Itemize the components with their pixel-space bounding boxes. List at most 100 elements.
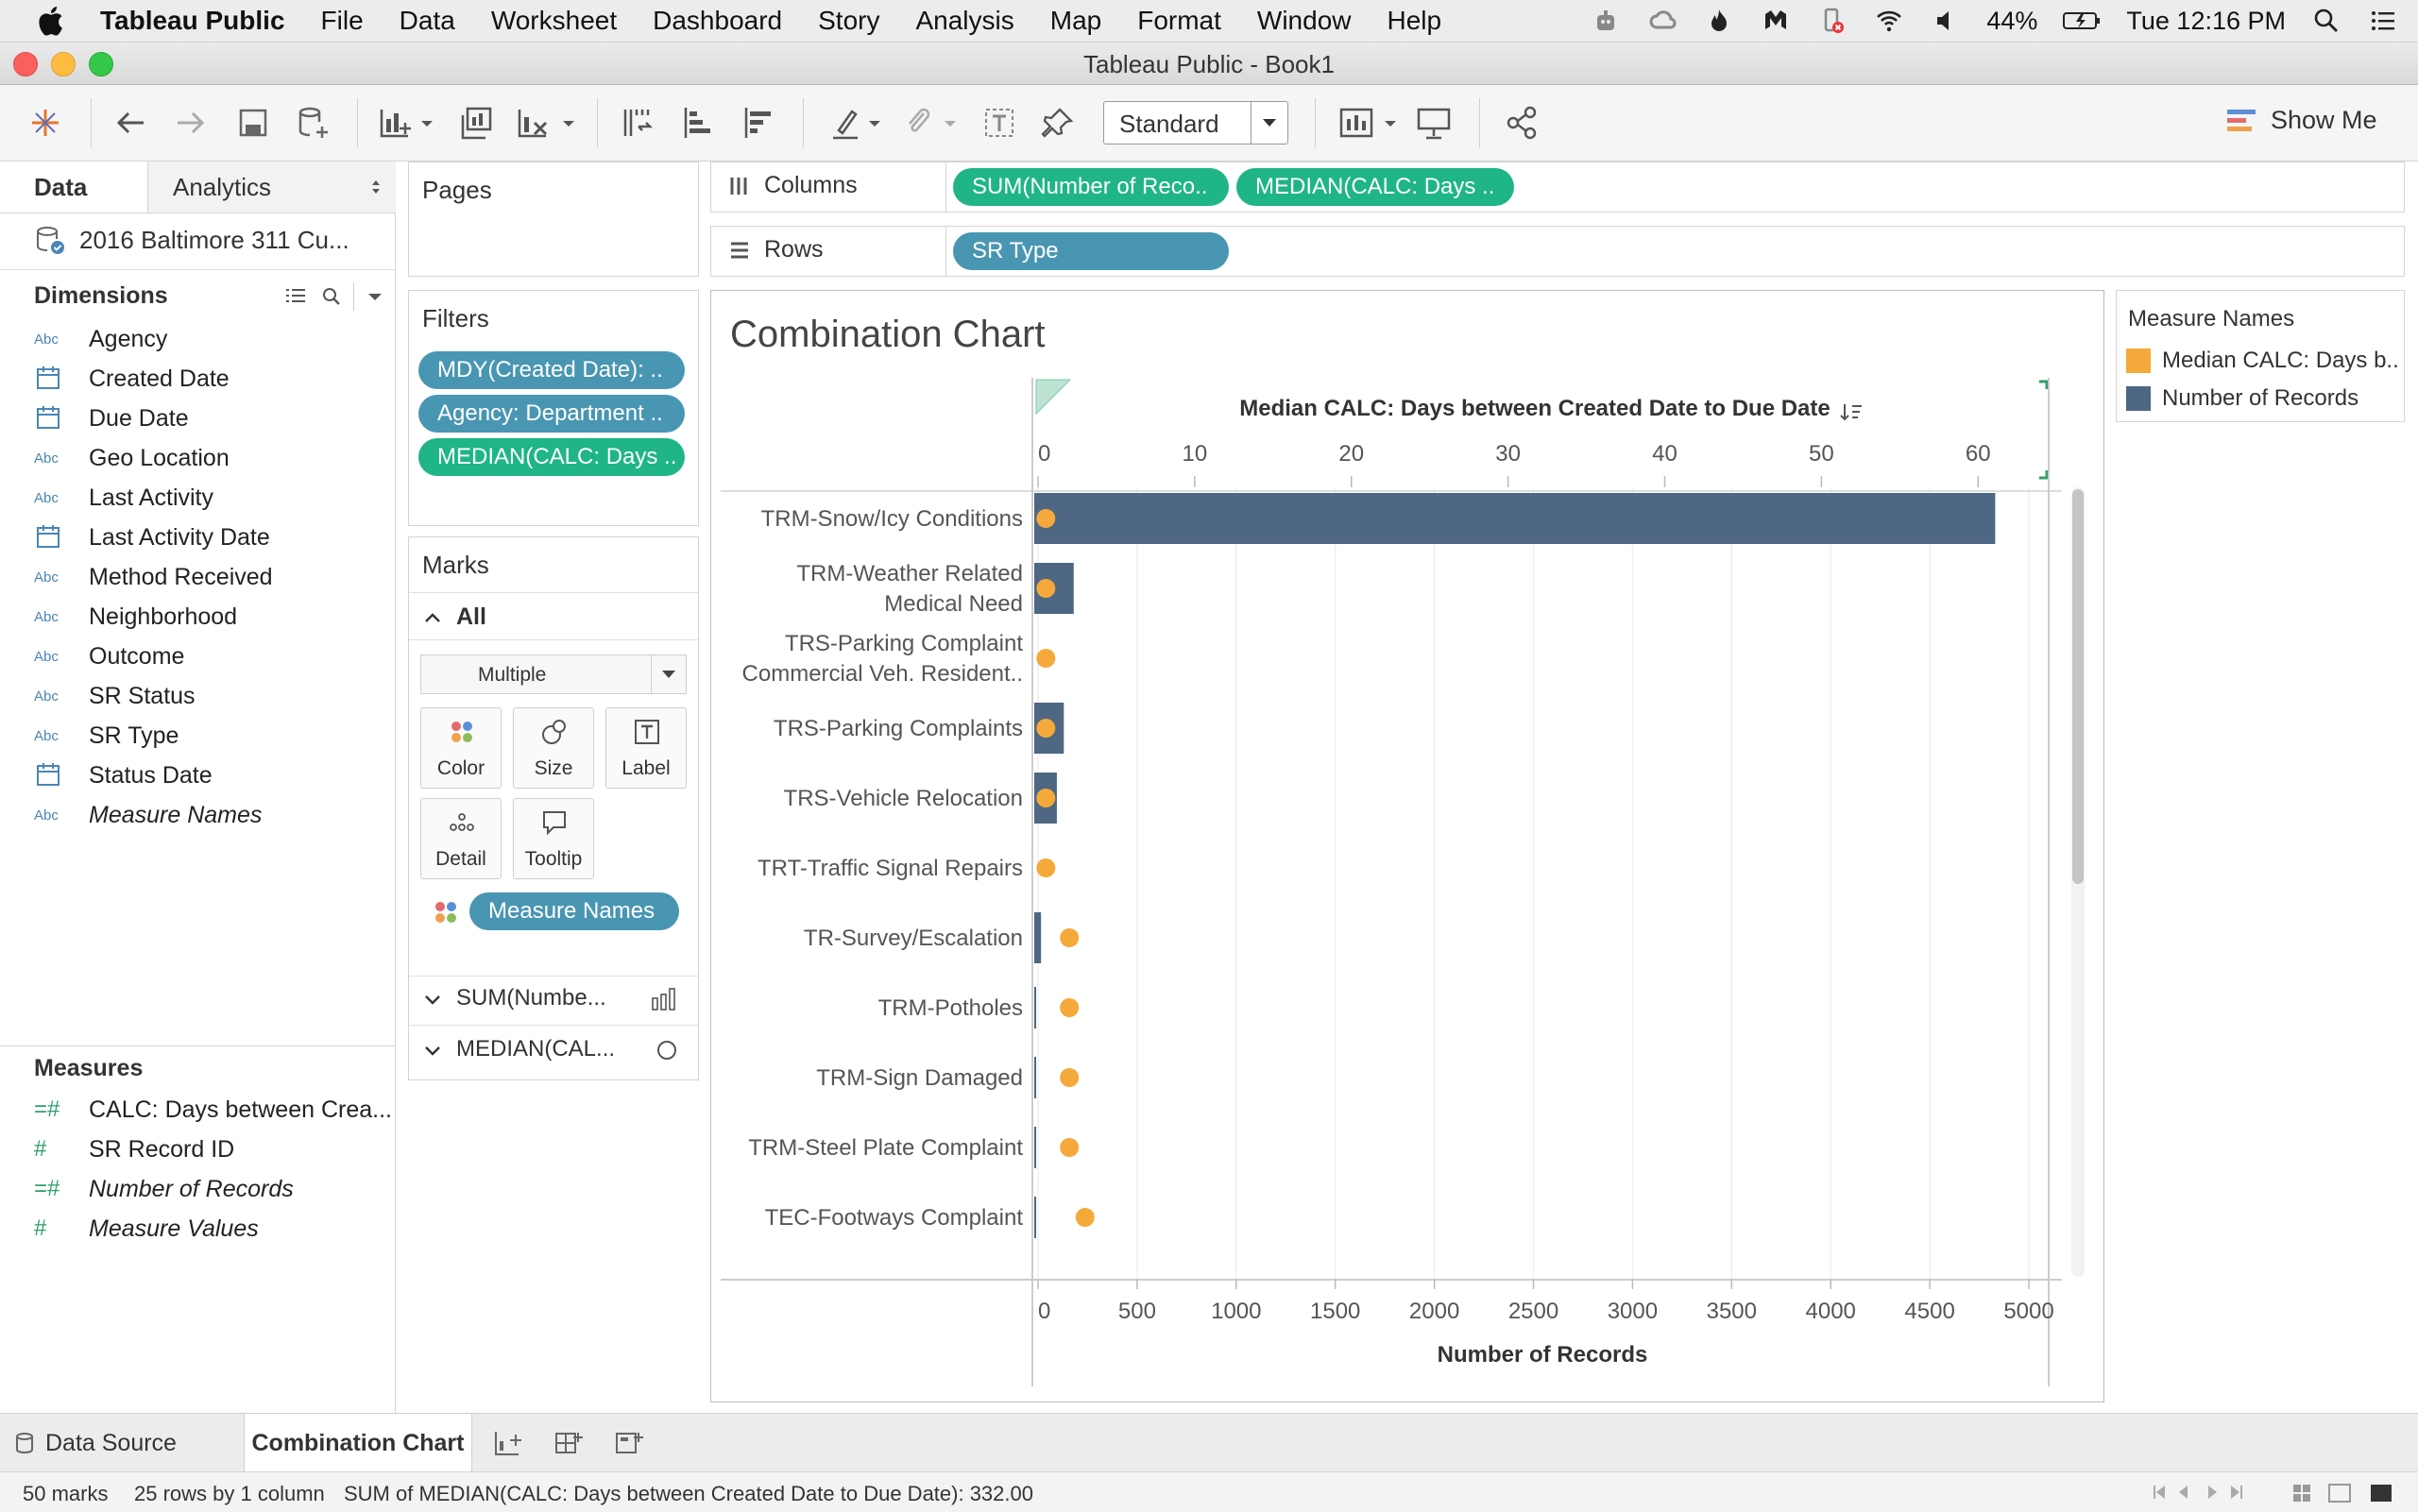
menu-format[interactable]: Format (1137, 6, 1221, 36)
new-story-tab-icon[interactable] (614, 1429, 644, 1457)
legend-item-median[interactable]: Median CALC: Days b.. (2126, 348, 2399, 374)
group-members-icon[interactable] (899, 104, 937, 142)
volume-icon[interactable] (1930, 7, 1962, 35)
show-mark-labels-icon[interactable] (980, 104, 1018, 142)
measure-field[interactable]: # SR Record ID (34, 1130, 234, 1168)
duplicate-sheet-icon[interactable] (457, 104, 495, 142)
clear-dropdown-icon[interactable] (559, 104, 578, 142)
dimension-field[interactable]: Abc Outcome (34, 637, 184, 675)
dimension-field[interactable]: Abc Neighborhood (34, 598, 237, 636)
marks-tooltip-button[interactable]: Tooltip (513, 798, 594, 879)
sort-descending-icon[interactable] (739, 104, 776, 142)
dimension-field[interactable]: Abc SR Type (34, 717, 179, 755)
fit-select[interactable]: Standard (1103, 101, 1288, 144)
tab-data-source[interactable]: Data Source (13, 1414, 177, 1472)
dot-median-calc[interactable] (1036, 509, 1056, 528)
chevron-up-icon[interactable] (422, 607, 443, 628)
bar-number-of-records[interactable] (1034, 1127, 1036, 1168)
marks-all-label[interactable]: All (456, 603, 486, 631)
dot-median-calc[interactable] (1075, 1208, 1095, 1227)
mark-type-select[interactable]: Multiple (420, 654, 687, 694)
bar-number-of-records[interactable] (1034, 912, 1042, 963)
filter-pill-created-date[interactable]: MDY(Created Date): .. (418, 351, 685, 389)
menu-window[interactable]: Window (1257, 6, 1352, 36)
legend-item-records[interactable]: Number of Records (2126, 385, 2358, 412)
dot-median-calc[interactable] (1060, 998, 1080, 1017)
device-alert-icon[interactable] (1816, 7, 1848, 35)
menu-analysis[interactable]: Analysis (915, 6, 1013, 36)
measure-field[interactable]: =# Number of Records (34, 1170, 294, 1208)
dimension-field[interactable]: Abc Geo Location (34, 439, 230, 477)
dimension-field[interactable]: Abc Agency (34, 320, 167, 358)
filters-shelf[interactable]: Filters MDY(Created Date): .. Agency: De… (408, 290, 699, 526)
dimension-field[interactable]: Last Activity Date (34, 518, 270, 556)
sheet-navigation-icon[interactable] (2150, 1482, 2254, 1503)
columns-pill-median-calc[interactable]: MEDIAN(CALC: Days .. (1236, 168, 1514, 206)
clock[interactable]: Tue 12:16 PM (2126, 7, 2286, 36)
group-dropdown-icon[interactable] (941, 104, 960, 142)
sort-ascending-icon[interactable] (678, 104, 716, 142)
dot-median-calc[interactable] (1036, 789, 1056, 807)
measure-field[interactable]: =# CALC: Days between Crea... (34, 1091, 392, 1129)
dimension-field[interactable]: Abc Measure Names (34, 796, 262, 834)
share-icon[interactable] (1504, 104, 1541, 142)
clear-sheet-icon[interactable] (514, 104, 552, 142)
columns-pill-sum-records[interactable]: SUM(Number of Reco.. (953, 168, 1229, 206)
chevron-down-icon[interactable] (422, 989, 443, 1010)
tab-combination-chart[interactable]: Combination Chart (244, 1414, 472, 1472)
presentation-mode-icon[interactable] (1415, 104, 1453, 142)
rows-pill-sr-type[interactable]: SR Type (953, 232, 1229, 270)
dimension-field[interactable]: Abc Method Received (34, 558, 273, 596)
dot-median-calc[interactable] (1036, 719, 1056, 738)
apple-icon[interactable] (34, 3, 70, 39)
filter-pill-median-calc[interactable]: MEDIAN(CALC: Days .. (418, 438, 685, 476)
menu-worksheet[interactable]: Worksheet (491, 6, 617, 36)
menu-data[interactable]: Data (400, 6, 455, 36)
marks-color-pill[interactable]: Measure Names (469, 892, 679, 930)
dimension-field[interactable]: Status Date (34, 756, 213, 794)
spotlight-search-icon[interactable] (2310, 7, 2342, 35)
measure-field[interactable]: # Measure Values (34, 1210, 259, 1248)
view-list-icon[interactable] (283, 284, 308, 309)
chevron-down-icon[interactable] (1251, 102, 1287, 144)
pages-shelf[interactable]: Pages (408, 161, 699, 277)
new-data-source-icon[interactable] (295, 104, 332, 142)
new-worksheet-tab-icon[interactable] (493, 1429, 523, 1457)
marks-color-button[interactable]: Color (420, 707, 502, 789)
dimension-field[interactable]: Abc Last Activity (34, 479, 213, 517)
swap-rows-columns-icon[interactable] (618, 104, 656, 142)
flame-icon[interactable] (1703, 7, 1735, 35)
robot-icon[interactable] (1590, 7, 1622, 35)
dimension-field[interactable]: Due Date (34, 399, 189, 437)
marks-size-button[interactable]: Size (513, 707, 594, 789)
columns-shelf[interactable]: Columns SUM(Number of Reco.. MEDIAN(CALC… (710, 161, 2405, 212)
chevron-down-icon[interactable] (422, 1040, 443, 1061)
tab-data[interactable]: Data (0, 161, 147, 212)
menu-story[interactable]: Story (818, 6, 879, 36)
highlight-icon[interactable] (827, 104, 865, 142)
rows-shelf[interactable]: Rows SR Type (710, 226, 2405, 277)
marks-label-button[interactable]: Label (605, 707, 687, 789)
save-icon[interactable] (234, 104, 272, 142)
tableau-logo-icon[interactable] (26, 104, 64, 142)
bar-number-of-records[interactable] (1034, 493, 1996, 544)
view-mode-icons[interactable] (2291, 1482, 2405, 1504)
menu-help[interactable]: Help (1388, 6, 1442, 36)
notification-center-icon[interactable] (2367, 7, 2399, 35)
dimension-field[interactable]: Abc SR Status (34, 677, 196, 715)
show-cards-dropdown-icon[interactable] (1381, 104, 1400, 142)
dot-median-calc[interactable] (1060, 928, 1080, 947)
menu-file[interactable]: File (321, 6, 364, 36)
wifi-icon[interactable] (1873, 7, 1905, 35)
dot-median-calc[interactable] (1060, 1138, 1080, 1157)
search-icon[interactable] (319, 284, 344, 309)
dot-median-calc[interactable] (1036, 579, 1056, 598)
combination-chart[interactable]: TRM-Snow/Icy Conditions TRM-Weather Relat… (711, 291, 2103, 1402)
pin-axes-icon[interactable] (1039, 104, 1077, 142)
dimensions-menu-icon[interactable] (365, 286, 385, 307)
dot-median-calc[interactable] (1060, 1068, 1080, 1087)
marks-card-median[interactable]: MEDIAN(CAL... (456, 1036, 615, 1062)
highlight-dropdown-icon[interactable] (865, 104, 884, 142)
menu-app[interactable]: Tableau Public (100, 6, 285, 36)
chevron-down-icon[interactable] (651, 655, 686, 693)
